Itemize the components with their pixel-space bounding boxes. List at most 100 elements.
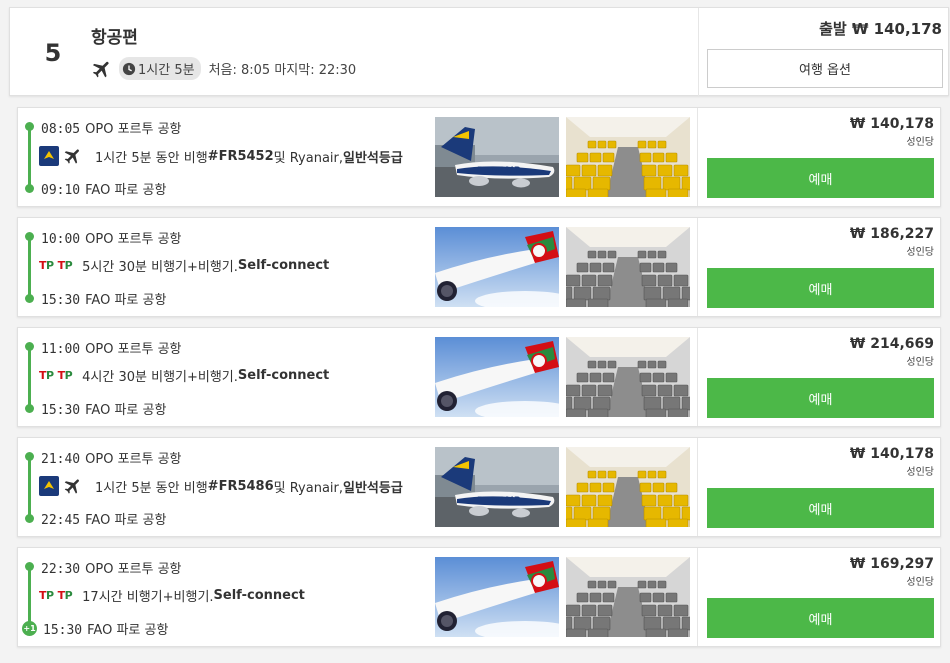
timeline-dot-departure	[25, 452, 34, 461]
departure-row: 21:40 OPO 포르투 공항	[41, 448, 182, 467]
flight-price: ₩ 169,297	[849, 556, 934, 572]
per-adult-label: 성인당	[906, 577, 934, 588]
book-button[interactable]: 예매	[707, 598, 934, 638]
duration-text: 5시간 30분 비행기+비행기.	[82, 260, 238, 275]
airline-logos: TP TP	[39, 589, 76, 602]
tap-logo: TP	[57, 369, 73, 382]
summary-price-panel: 출발 ₩ 140,178 여행 옵션	[698, 8, 950, 97]
ryanair-aircraft-image: RYANAIR	[435, 117, 559, 197]
departure-row: 10:00 OPO 포르투 공항	[41, 228, 182, 247]
cabin-photo	[566, 227, 690, 307]
timeline-line	[28, 236, 31, 300]
departure-time: 22:30	[41, 562, 81, 577]
arrival-airport: FAO 파로 공항	[85, 513, 167, 528]
tap-logo: TP	[39, 589, 54, 602]
departure-airport: OPO 포르투 공항	[85, 232, 182, 247]
cabin-class: 일반석등급	[343, 150, 403, 166]
tap-logo: TP	[39, 369, 54, 382]
flight-card: 11:00 OPO 포르투 공항 TP TP 4시간 30분 비행기+비행기. Sel…	[17, 327, 941, 427]
tap-aircraft-image	[435, 337, 559, 417]
timeline-line	[28, 126, 31, 190]
timeline-dot-departure	[25, 232, 34, 241]
flight-number: #FR5452	[207, 148, 274, 164]
book-button[interactable]: 예매	[707, 158, 934, 198]
timeline-line	[28, 456, 31, 520]
departure-row: 11:00 OPO 포르투 공항	[41, 338, 182, 357]
price-panel: ₩ 214,669 성인당 예매	[697, 328, 941, 426]
tap-cabin-image	[566, 227, 690, 307]
departure-time: 11:00	[41, 342, 81, 357]
cabin-photo	[566, 117, 690, 197]
summary-card: 5 항공편 1시간 5분 처음: 8:05 마지막: 22:30 출발 ₩ 14…	[9, 7, 950, 97]
tap-logo: TP	[57, 589, 73, 602]
price-panel: ₩ 140,178 성인당 예매	[697, 438, 941, 536]
departure-time: 08:05	[41, 122, 81, 137]
arrival-time: 15:30	[43, 623, 83, 638]
arrival-airport: FAO 파로 공항	[85, 183, 167, 198]
ryanair-logo	[39, 146, 59, 166]
airplane-icon	[64, 479, 79, 494]
duration-text: 1시간 5분 동안 비행	[95, 480, 208, 496]
cabin-photo	[566, 337, 690, 417]
arrival-airport: FAO 파로 공항	[85, 403, 167, 418]
book-button[interactable]: 예매	[707, 488, 934, 528]
arrival-row: 22:45 FAO 파로 공항	[41, 509, 166, 528]
clock-icon	[122, 62, 136, 75]
aircraft-photo	[435, 227, 559, 307]
per-adult-label: 성인당	[906, 137, 934, 148]
timeline-dot-departure	[25, 342, 34, 351]
per-adult-label: 성인당	[906, 467, 934, 478]
airline-logos: TP TP	[39, 259, 76, 272]
next-day-badge: +1	[22, 621, 37, 636]
self-connect-label: Self-connect	[213, 588, 305, 603]
airline-logos: TP TP	[39, 369, 76, 382]
tap-aircraft-image	[435, 227, 559, 307]
tap-cabin-image	[566, 337, 690, 417]
flight-info: 1시간 5분 동안 비행 #FR5486 및 Ryanair, 일반석등급	[39, 476, 403, 496]
arrival-time: 15:30	[41, 403, 81, 418]
trip-options-button[interactable]: 여행 옵션	[707, 49, 943, 88]
flight-card: +1 22:30 OPO 포르투 공항 TP TP 17시간 비행기+비행기. Sel…	[17, 547, 941, 647]
flight-count: 5	[44, 38, 62, 67]
tap-aircraft-image	[435, 557, 559, 637]
per-adult-label: 성인당	[906, 357, 934, 368]
departure-airport: OPO 포르투 공항	[85, 122, 182, 137]
flight-number: #FR5486	[207, 478, 274, 494]
svg-text:RYANAIR: RYANAIR	[477, 496, 521, 506]
price-panel: ₩ 140,178 성인당 예매	[697, 108, 941, 206]
flight-info: 1시간 5분 동안 비행 #FR5452 및 Ryanair, 일반석등급	[39, 146, 403, 166]
departure-airport: OPO 포르투 공항	[85, 342, 182, 357]
timeline-dot-arrival	[25, 404, 34, 413]
ryanair-aircraft-image: RYANAIR	[435, 447, 559, 527]
tap-cabin-image	[566, 557, 690, 637]
summary-price: 출발 ₩ 140,178	[819, 20, 942, 38]
duration-badge: 1시간 5분	[119, 57, 201, 80]
aircraft-photo	[435, 557, 559, 637]
aircraft-photo: RYANAIR	[435, 117, 559, 197]
departure-row: 22:30 OPO 포르투 공항	[41, 558, 182, 577]
svg-text:RYANAIR: RYANAIR	[477, 166, 521, 176]
aircraft-photo	[435, 337, 559, 417]
departure-time: 10:00	[41, 232, 81, 247]
flight-info: TP TP 17시간 비행기+비행기. Self-connect	[39, 586, 305, 605]
price-panel: ₩ 186,227 성인당 예매	[697, 218, 941, 316]
ryanair-cabin-image	[566, 447, 690, 527]
book-button[interactable]: 예매	[707, 378, 934, 418]
departure-time: 21:40	[41, 452, 81, 467]
self-connect-label: Self-connect	[237, 368, 330, 383]
first-last-times: 처음: 8:05 마지막: 22:30	[208, 63, 357, 78]
flight-info: TP TP 5시간 30분 비행기+비행기. Self-connect	[39, 256, 329, 275]
cabin-photo	[566, 447, 690, 527]
duration-text: 1시간 5분 동안 비행	[95, 150, 208, 166]
ryanair-cabin-image	[566, 117, 690, 197]
timeline-line	[28, 346, 31, 410]
book-button[interactable]: 예매	[707, 268, 934, 308]
airplane-icon	[64, 149, 79, 164]
aircraft-photo: RYANAIR	[435, 447, 559, 527]
arrival-airport: FAO 파로 공항	[87, 623, 169, 638]
arrival-row: 09:10 FAO 파로 공항	[41, 179, 166, 198]
arrival-row: 15:30 FAO 파로 공항	[43, 619, 168, 638]
arrival-row: 15:30 FAO 파로 공항	[41, 289, 166, 308]
flight-info: TP TP 4시간 30분 비행기+비행기. Self-connect	[39, 366, 329, 385]
operator-text: 및 Ryanair,	[273, 480, 344, 496]
